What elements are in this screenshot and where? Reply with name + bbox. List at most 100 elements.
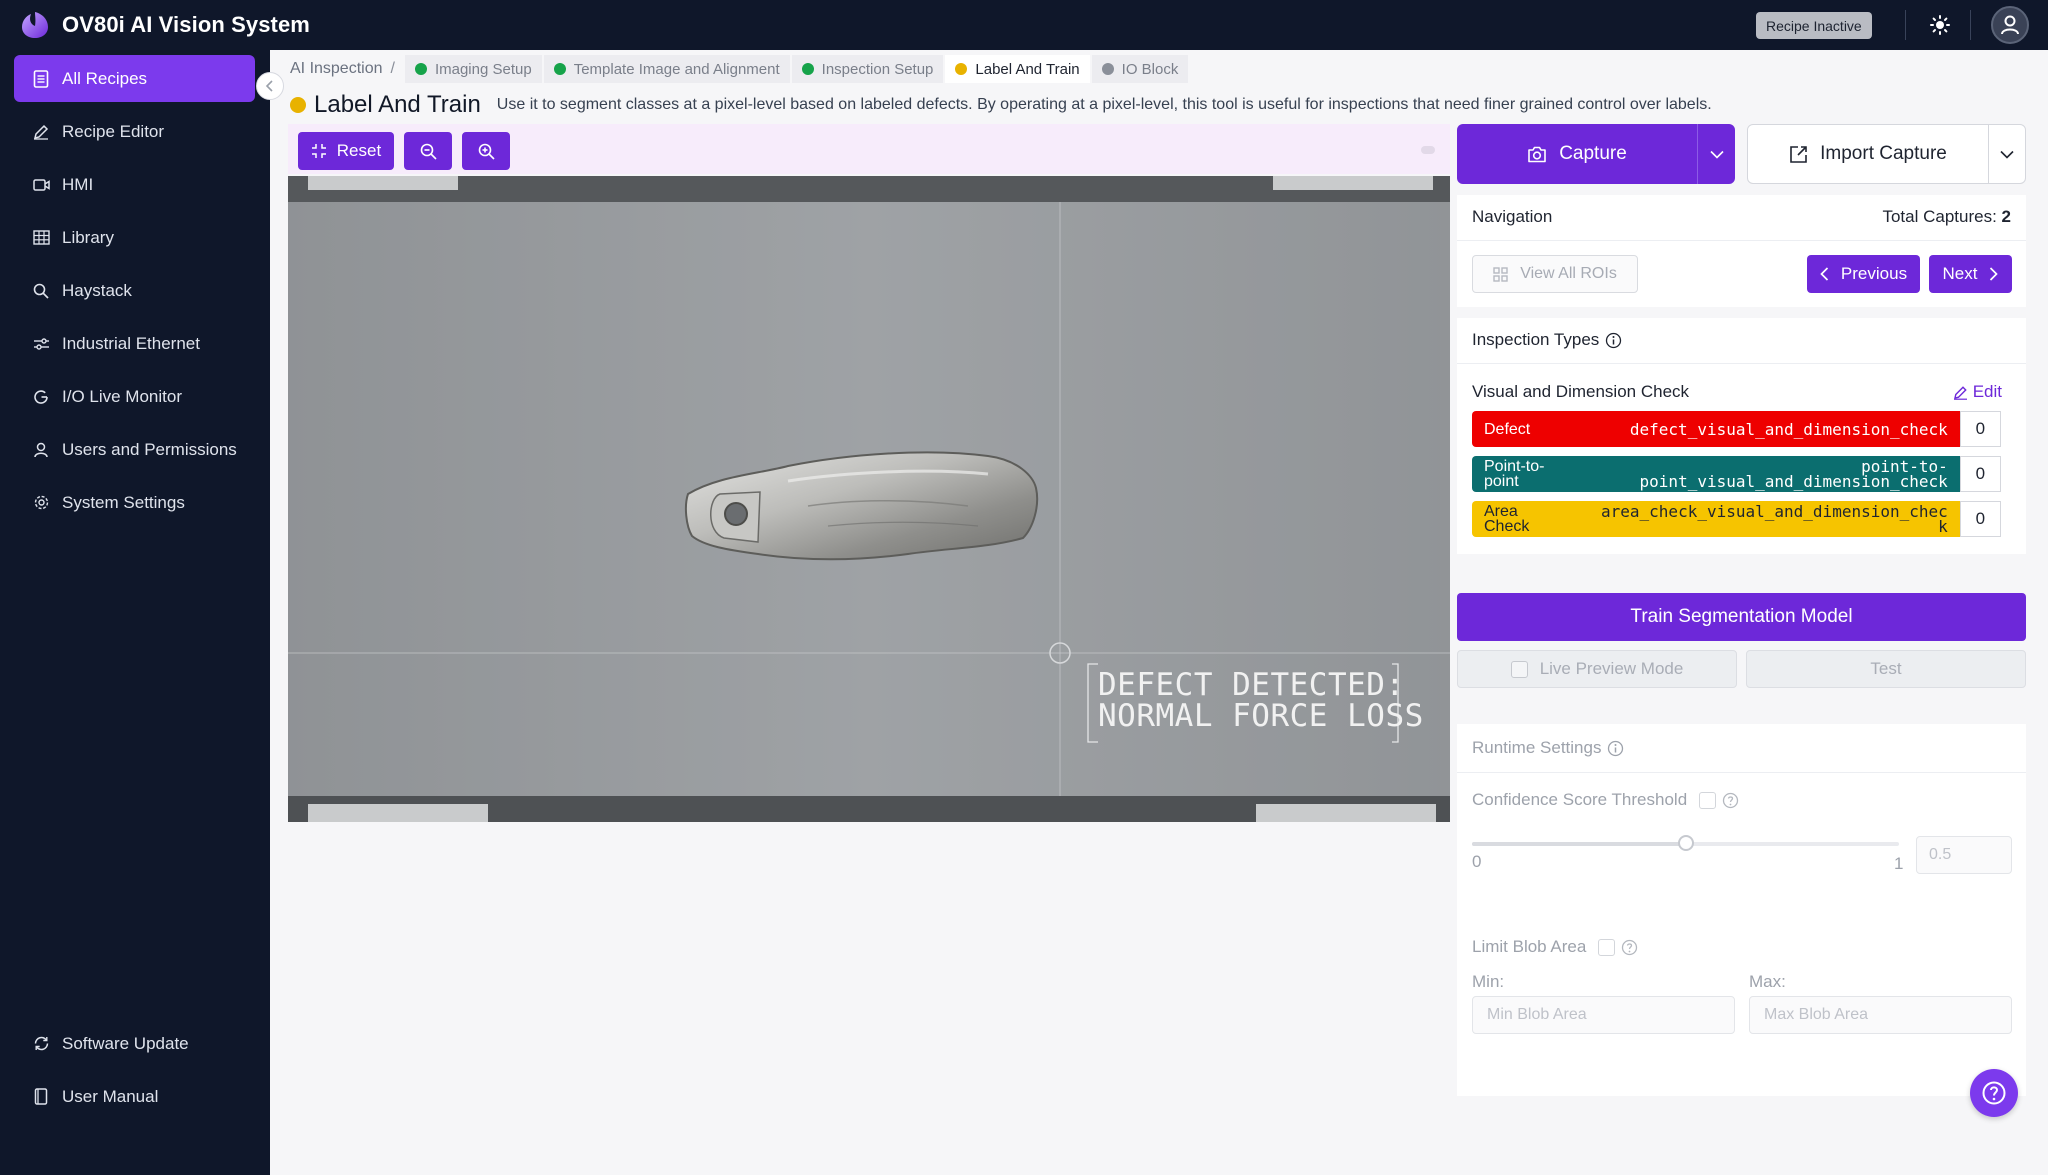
sidebar-item-hmi[interactable]: HMI — [14, 161, 255, 208]
user-icon — [2001, 15, 2019, 35]
breadcrumb-root-link[interactable]: AI Inspection — [290, 60, 383, 78]
class-row-defect[interactable]: Defect defect_visual_and_dimension_check… — [1472, 411, 2001, 447]
capture-label: Capture — [1559, 143, 1627, 164]
top-divider — [1905, 10, 1906, 40]
sidebar-item-software-update[interactable]: Software Update — [14, 1020, 255, 1067]
class-name-line: Check — [1484, 518, 1530, 535]
search-icon — [32, 282, 50, 300]
runtime-settings-header: Runtime Settings — [1472, 738, 1624, 758]
capture-button[interactable]: Capture — [1457, 124, 1697, 184]
test-button[interactable]: Test — [1746, 650, 2026, 688]
edit-button[interactable]: Edit — [1953, 382, 2002, 402]
monitor-g-icon — [32, 388, 50, 406]
step-label-and-train[interactable]: Label And Train — [945, 55, 1090, 83]
sidebar-collapse-button[interactable] — [256, 72, 284, 100]
help-circle-icon[interactable] — [1722, 792, 1739, 809]
view-all-rois-button[interactable]: View All ROIs — [1472, 255, 1638, 293]
sidebar-item-label: I/O Live Monitor — [62, 386, 182, 406]
zoom-in-button[interactable] — [462, 132, 510, 170]
step-inspection-setup[interactable]: Inspection Setup — [791, 55, 944, 83]
max-blob-area-input[interactable] — [1749, 996, 2012, 1034]
step-label: Imaging Setup — [434, 60, 532, 78]
info-icon[interactable] — [1605, 332, 1622, 349]
edit-label: Edit — [1972, 382, 2002, 401]
class-name: Point-to- point — [1484, 458, 1545, 490]
live-preview-mode-toggle[interactable]: Live Preview Mode — [1457, 650, 1737, 688]
sidebar-item-label: HMI — [62, 174, 94, 194]
confidence-slider[interactable] — [1472, 835, 1899, 851]
class-name-line: Point-to- — [1484, 458, 1545, 475]
step-imaging-setup[interactable]: Imaging Setup — [404, 55, 542, 83]
sidebar-item-label: User Manual — [62, 1086, 159, 1106]
live-preview-checkbox[interactable] — [1510, 660, 1528, 678]
train-segmentation-model-button[interactable]: Train Segmentation Model — [1457, 593, 2026, 641]
import-dropdown-button[interactable] — [1989, 150, 2025, 159]
sidebar-item-haystack[interactable]: Haystack — [14, 267, 255, 314]
chevron-down-icon — [1709, 150, 1724, 159]
confidence-threshold-label: Confidence Score Threshold — [1472, 790, 1688, 809]
refresh-icon — [32, 1035, 50, 1053]
user-icon — [32, 441, 50, 459]
min-blob-area-input[interactable] — [1472, 996, 1735, 1034]
next-button[interactable]: Next — [1929, 255, 2012, 293]
help-circle-icon[interactable] — [1621, 939, 1638, 956]
top-divider — [1970, 10, 1971, 40]
defect-overlay-text: DEFECT DETECTED: NORMAL FORCE LOSS — [1098, 670, 1424, 732]
zoom-out-button[interactable] — [404, 132, 452, 170]
class-row-area-check[interactable]: Area Check area_check_visual_and_dimensi… — [1472, 501, 2001, 537]
runtime-settings-card: Runtime Settings Confidence Score Thresh… — [1457, 724, 2026, 1096]
sidebar: All Recipes Recipe Editor HMI Library Ha… — [0, 50, 270, 1175]
runtime-settings-title: Runtime Settings — [1472, 738, 1602, 757]
sidebar-item-industrial-ethernet[interactable]: Industrial Ethernet — [14, 320, 255, 367]
class-row-point-to-point[interactable]: Point-to- point point-to- point_visual_a… — [1472, 456, 2001, 492]
sidebar-item-label: Recipe Editor — [62, 121, 165, 141]
inspection-types-card: Inspection Types Visual and Dimension Ch… — [1457, 318, 2026, 554]
step-io-block[interactable]: IO Block — [1091, 55, 1189, 83]
capture-dropdown-button[interactable] — [1698, 150, 1735, 159]
step-label: Template Image and Alignment — [573, 60, 780, 78]
previous-button[interactable]: Previous — [1807, 255, 1920, 293]
chevron-left-icon — [1820, 267, 1829, 281]
class-code-line: point_visual_and_dimension_check — [1639, 472, 1948, 491]
class-name: Area Check — [1484, 504, 1530, 535]
user-avatar-button[interactable] — [1991, 6, 2029, 44]
class-color-bar: Defect defect_visual_and_dimension_check — [1472, 411, 1960, 447]
sidebar-item-all-recipes[interactable]: All Recipes — [14, 55, 255, 102]
max-label: Max: — [1749, 972, 1786, 991]
sidebar-item-io-live-monitor[interactable]: I/O Live Monitor — [14, 373, 255, 420]
status-dot — [801, 63, 814, 75]
sidebar-item-label: Users and Permissions — [62, 439, 237, 459]
page-description: Use it to segment classes at a pixel-lev… — [496, 96, 1712, 113]
reset-button[interactable]: Reset — [298, 132, 394, 170]
help-circle-icon — [1982, 1081, 2006, 1105]
step-template-image-and-alignment[interactable]: Template Image and Alignment — [543, 55, 790, 83]
confidence-threshold-checkbox[interactable] — [1699, 791, 1717, 809]
book-icon — [32, 1088, 50, 1106]
chevron-left-icon — [265, 80, 273, 92]
class-count: 0 — [1959, 411, 2001, 447]
import-capture-button[interactable]: Import Capture — [1748, 125, 1988, 183]
help-button[interactable] — [1970, 1069, 2018, 1117]
navigation-label: Navigation — [1472, 207, 1553, 226]
info-icon[interactable] — [1607, 740, 1624, 757]
sidebar-item-users-and-permissions[interactable]: Users and Permissions — [14, 426, 255, 473]
sidebar-item-user-manual[interactable]: User Manual — [14, 1073, 255, 1120]
confidence-threshold-input[interactable] — [1916, 836, 2012, 874]
total-captures-label: Total Captures: — [1882, 207, 1997, 226]
sidebar-item-label: Software Update — [62, 1033, 189, 1053]
document-list-icon — [32, 69, 50, 88]
inspection-types-header: Inspection Types — [1472, 330, 1622, 350]
class-color-bar: Area Check area_check_visual_and_dimensi… — [1472, 501, 1960, 537]
theme-toggle-button[interactable] — [1923, 8, 1957, 42]
status-dot — [290, 97, 306, 113]
class-code-line: area_check_visual_and_dimension_chec — [1601, 502, 1948, 521]
sidebar-item-library[interactable]: Library — [14, 214, 255, 261]
total-captures: Total Captures: 2 — [1882, 207, 2011, 227]
sidebar-item-system-settings[interactable]: System Settings — [14, 479, 255, 526]
class-code-line: k — [1938, 517, 1948, 536]
sidebar-item-recipe-editor[interactable]: Recipe Editor — [14, 108, 255, 155]
fit-screen-icon — [311, 144, 326, 158]
previous-label: Previous — [1840, 264, 1908, 283]
slider-thumb[interactable] — [1677, 835, 1694, 851]
limit-blob-area-checkbox[interactable] — [1598, 938, 1616, 956]
